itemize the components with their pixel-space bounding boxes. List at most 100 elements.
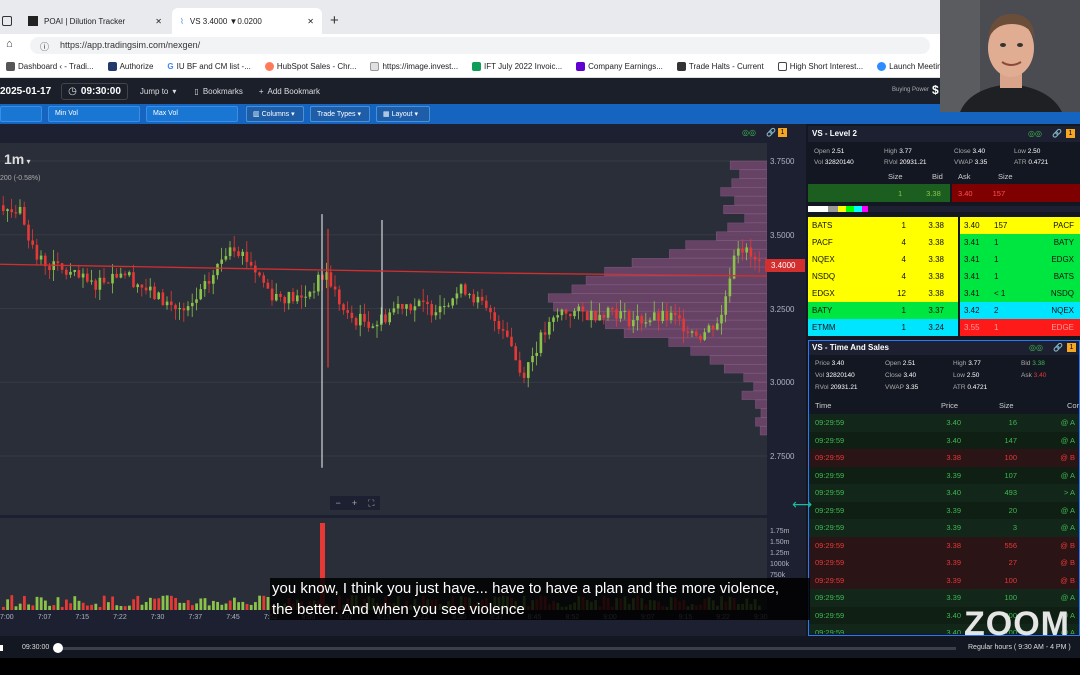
bookmark-item[interactable]: Company Earnings...	[576, 62, 663, 71]
bookmark-item[interactable]: Launch Meeting - Z...	[877, 62, 940, 71]
candle	[27, 224, 30, 241]
volume-bar	[140, 604, 144, 610]
time-column-header[interactable]: Time	[815, 401, 831, 410]
trade-row[interactable]: 09:29:59 3.39 107 @ A	[809, 466, 1079, 484]
trade-row[interactable]: 09:29:59 3.39 3 @ A	[809, 519, 1079, 537]
tab-dilution-tracker[interactable]: POAI | Dilution Tracker ✕	[20, 8, 170, 34]
price-chart-area[interactable]: 1m ▾ 200 (-0.58%) − + ⛶	[0, 143, 767, 515]
top-bid-row[interactable]: 1 3.38	[808, 184, 950, 202]
bookmark-item[interactable]: Dashboard ‹ - Tradi...	[6, 62, 94, 71]
bid-row[interactable]: BATY 1 3.37	[808, 302, 958, 319]
new-tab-icon[interactable]: +	[330, 12, 339, 29]
volume-bar	[18, 603, 22, 610]
fit-icon[interactable]: ⛶	[368, 498, 374, 509]
candle	[220, 259, 223, 264]
bid-header[interactable]: Bid	[932, 172, 943, 181]
ask-row[interactable]: 3.41 1 EDGX	[960, 251, 1080, 268]
bookmark-item[interactable]: https://image.invest...	[370, 62, 458, 71]
bookmark-item[interactable]: High Short Interest...	[777, 62, 863, 71]
resize-handle-icon[interactable]: ⟷	[792, 496, 812, 513]
playback-track[interactable]	[58, 647, 956, 650]
bookmark-item[interactable]: Trade Halts - Current	[676, 62, 764, 71]
bid-row[interactable]: EDGX 12 3.38	[808, 285, 958, 302]
bid-row[interactable]: ETMM 1 3.24	[808, 319, 958, 336]
link-icon[interactable]: 🔗	[766, 128, 776, 137]
bid-row[interactable]: NSDQ 4 3.38	[808, 268, 958, 285]
trade-types-dropdown[interactable]: Trade Types ▾	[310, 106, 370, 122]
trade-row[interactable]: 09:29:59 3.39 27 @ B	[809, 554, 1079, 572]
min-vol-input[interactable]: Min Vol	[48, 106, 140, 122]
layout-dropdown[interactable]: ▦ Layout ▾	[376, 106, 430, 122]
ask-size-header[interactable]: Size	[998, 172, 1013, 181]
bookmark-item[interactable]: HubSpot Sales - Chr...	[264, 62, 356, 71]
trade-row[interactable]: 09:29:59 3.38 556 @ B	[809, 536, 1079, 554]
ask-row[interactable]: 3.40 157 PACF	[960, 217, 1080, 234]
candle	[338, 289, 341, 305]
bookmark-item[interactable]: Authorize	[107, 62, 153, 71]
home-icon[interactable]: ⌂	[6, 38, 13, 50]
bid-row[interactable]: PACF 4 3.38	[808, 234, 958, 251]
site-info-icon[interactable]: ⓘ	[40, 40, 49, 53]
ask-price: 3.40	[964, 221, 980, 230]
zoom-in-icon[interactable]: +	[352, 498, 357, 508]
columns-dropdown[interactable]: ▥ Columns ▾	[246, 106, 304, 122]
jump-to-button[interactable]: Jump to ▾	[140, 87, 176, 96]
candle	[611, 307, 614, 310]
trade-row[interactable]: 09:29:59 3.39 100 @ B	[809, 571, 1079, 589]
trade-row[interactable]: 09:29:59 3.39 100 @ A	[809, 589, 1079, 607]
volume-bar	[165, 595, 169, 610]
bid-size-header[interactable]: Size	[888, 172, 903, 181]
playback-slider-handle[interactable]	[53, 643, 63, 653]
bid-row[interactable]: BATS 1 3.38	[808, 217, 958, 234]
candle	[690, 331, 694, 333]
max-vol-input[interactable]: Max Vol	[146, 106, 238, 122]
link-icon[interactable]: 🔗	[1052, 129, 1062, 138]
channel-badge[interactable]: 1	[778, 128, 787, 137]
tab-vs-chart[interactable]: ⌇ VS 3.4000 ▼0.0200 ✕	[172, 8, 322, 34]
trade-row[interactable]: 09:29:59 3.38 100 @ B	[809, 449, 1079, 467]
condition-column-header[interactable]: Cor	[1067, 401, 1079, 410]
volume-profile-bar	[553, 302, 767, 312]
trade-row[interactable]: 09:29:59 3.40 147 @ A	[809, 431, 1079, 449]
interval-selector[interactable]: 1m ▾	[4, 151, 30, 167]
ask-row[interactable]: 3.42 2 NQEX	[960, 302, 1080, 319]
tab-actions-icon[interactable]	[2, 16, 12, 26]
bookmark-item[interactable]: G IU BF and CM list -...	[167, 62, 250, 71]
ask-row[interactable]: 3.55 1 EDGE	[960, 319, 1080, 336]
session-date[interactable]: 2025-01-17	[0, 86, 51, 97]
add-bookmark-button[interactable]: + Add Bookmark	[259, 87, 320, 96]
top-ask-row[interactable]: 3.40 157	[952, 184, 1080, 202]
channel-badge[interactable]: 1	[1066, 129, 1075, 138]
ask-row[interactable]: 3.41 1 BATS	[960, 268, 1080, 285]
session-time-control[interactable]: ◷ 09:30:00	[61, 82, 128, 100]
time-sales-header: VS - Time And Sales ◎◎ 🔗 1	[809, 341, 1079, 355]
link-icon[interactable]: 🔗	[1053, 343, 1063, 352]
ask-row[interactable]: 3.41 < 1 NSDQ	[960, 285, 1080, 302]
size-column-header[interactable]: Size	[999, 401, 1014, 410]
trade-time: 09:29:59	[815, 488, 845, 498]
top-ask-price: 3.40	[958, 188, 973, 198]
ask-header[interactable]: Ask	[958, 172, 971, 181]
channel-badge[interactable]: 1	[1067, 343, 1076, 352]
candle	[548, 321, 551, 335]
close-tab-icon[interactable]: ✕	[155, 17, 162, 26]
trades-list[interactable]: 09:29:59 3.40 16 @ A 09:29:59 3.40 147 @ A 09:29…	[809, 414, 1079, 634]
bid-row[interactable]: NQEX 4 3.38	[808, 251, 958, 268]
filter-input[interactable]	[0, 106, 42, 122]
candle	[371, 326, 375, 328]
ask-row[interactable]: 3.41 1 BATY	[960, 234, 1080, 251]
trade-row[interactable]: 09:29:59 3.40 493 > A	[809, 484, 1079, 502]
trade-row[interactable]: 09:29:59 3.39 20 @ A	[809, 501, 1079, 519]
zoom-out-icon[interactable]: −	[336, 498, 341, 508]
volume-profile-bar	[571, 284, 767, 294]
candle	[535, 352, 538, 356]
trade-size: 27	[1008, 558, 1017, 568]
candle	[182, 308, 186, 311]
trade-condition: @ A	[1060, 505, 1075, 515]
close-tab-icon[interactable]: ✕	[307, 17, 314, 26]
trade-row[interactable]: 09:29:59 3.40 16 @ A	[809, 414, 1079, 432]
price-column-header[interactable]: Price	[941, 401, 958, 410]
bookmarks-button[interactable]: ▯ Bookmarks	[194, 87, 242, 96]
bookmark-item[interactable]: IFT July 2022 Invoic...	[472, 62, 562, 71]
url-field[interactable]: ⓘ https://app.tradingsim.com/nexgen/	[30, 37, 930, 54]
